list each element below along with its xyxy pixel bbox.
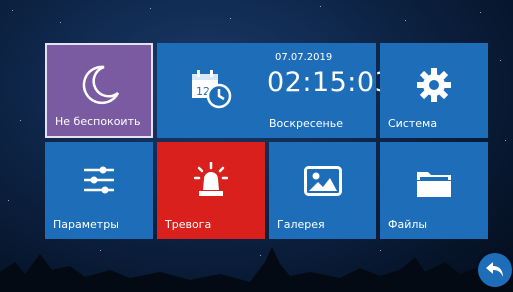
sliders-icon [84, 166, 114, 194]
tile-gallery[interactable]: Галерея [269, 142, 376, 239]
tile-label-gallery: Галерея [277, 218, 325, 231]
tile-system[interactable]: Система [380, 43, 488, 138]
tile-parameters[interactable]: Параметры [45, 142, 153, 239]
weekday-label: Воскресенье [269, 117, 343, 130]
tile-label-files: Файлы [388, 218, 428, 231]
folder-icon [417, 172, 451, 197]
tile-label-parameters: Параметры [53, 218, 119, 231]
tile-label-alarm: Тревога [165, 218, 212, 231]
time-display: 02:15:03 [267, 67, 393, 98]
date-display: 07.07.2019 [275, 52, 333, 63]
treeline-silhouette [0, 247, 513, 292]
gear-icon [417, 68, 451, 102]
tile-label-do-not-disturb: Не беспокоить [55, 115, 141, 128]
back-button[interactable] [478, 253, 512, 287]
siren-icon [194, 162, 228, 196]
tile-datetime[interactable]: 12 07.07.2019 02:15:03 Воскресенье [157, 43, 392, 138]
tile-label-system: Система [388, 117, 438, 130]
calendar-clock-icon: 12 [192, 70, 232, 109]
tile-do-not-disturb[interactable]: Не беспокоить [45, 43, 153, 138]
back-arrow-icon [486, 262, 503, 277]
moon-icon [82, 65, 120, 105]
tile-alarm[interactable]: Тревога [157, 142, 265, 239]
image-icon [304, 166, 342, 196]
tile-files[interactable]: Файлы [380, 142, 488, 239]
